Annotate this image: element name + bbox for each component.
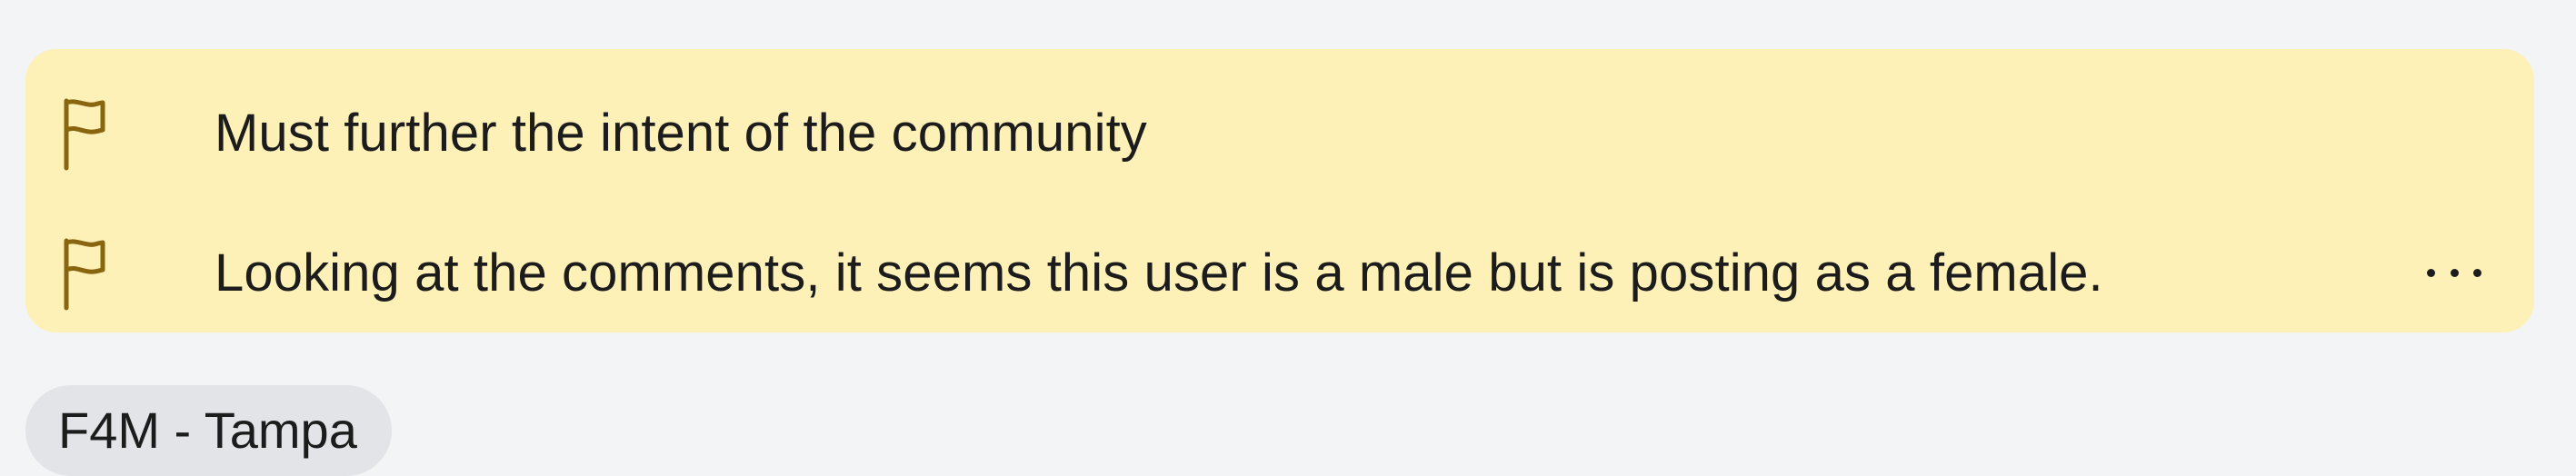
post-flair-label: F4M - Tampa xyxy=(58,402,357,459)
flag-icon xyxy=(62,95,105,172)
report-reason-text: Looking at the comments, it seems this u… xyxy=(215,243,2103,302)
mod-reports-panel: Must further the intent of the community… xyxy=(25,49,2534,332)
more-options-button[interactable] xyxy=(2427,254,2481,291)
flag-icon xyxy=(62,235,105,312)
report-reason-item: Looking at the comments, it seems this u… xyxy=(62,233,2103,314)
report-reason-item: Must further the intent of the community xyxy=(62,93,1147,174)
report-reason-text: Must further the intent of the community xyxy=(215,104,1147,163)
post-flair-tag[interactable]: F4M - Tampa xyxy=(25,385,392,476)
more-horizontal-icon xyxy=(2427,268,2435,277)
